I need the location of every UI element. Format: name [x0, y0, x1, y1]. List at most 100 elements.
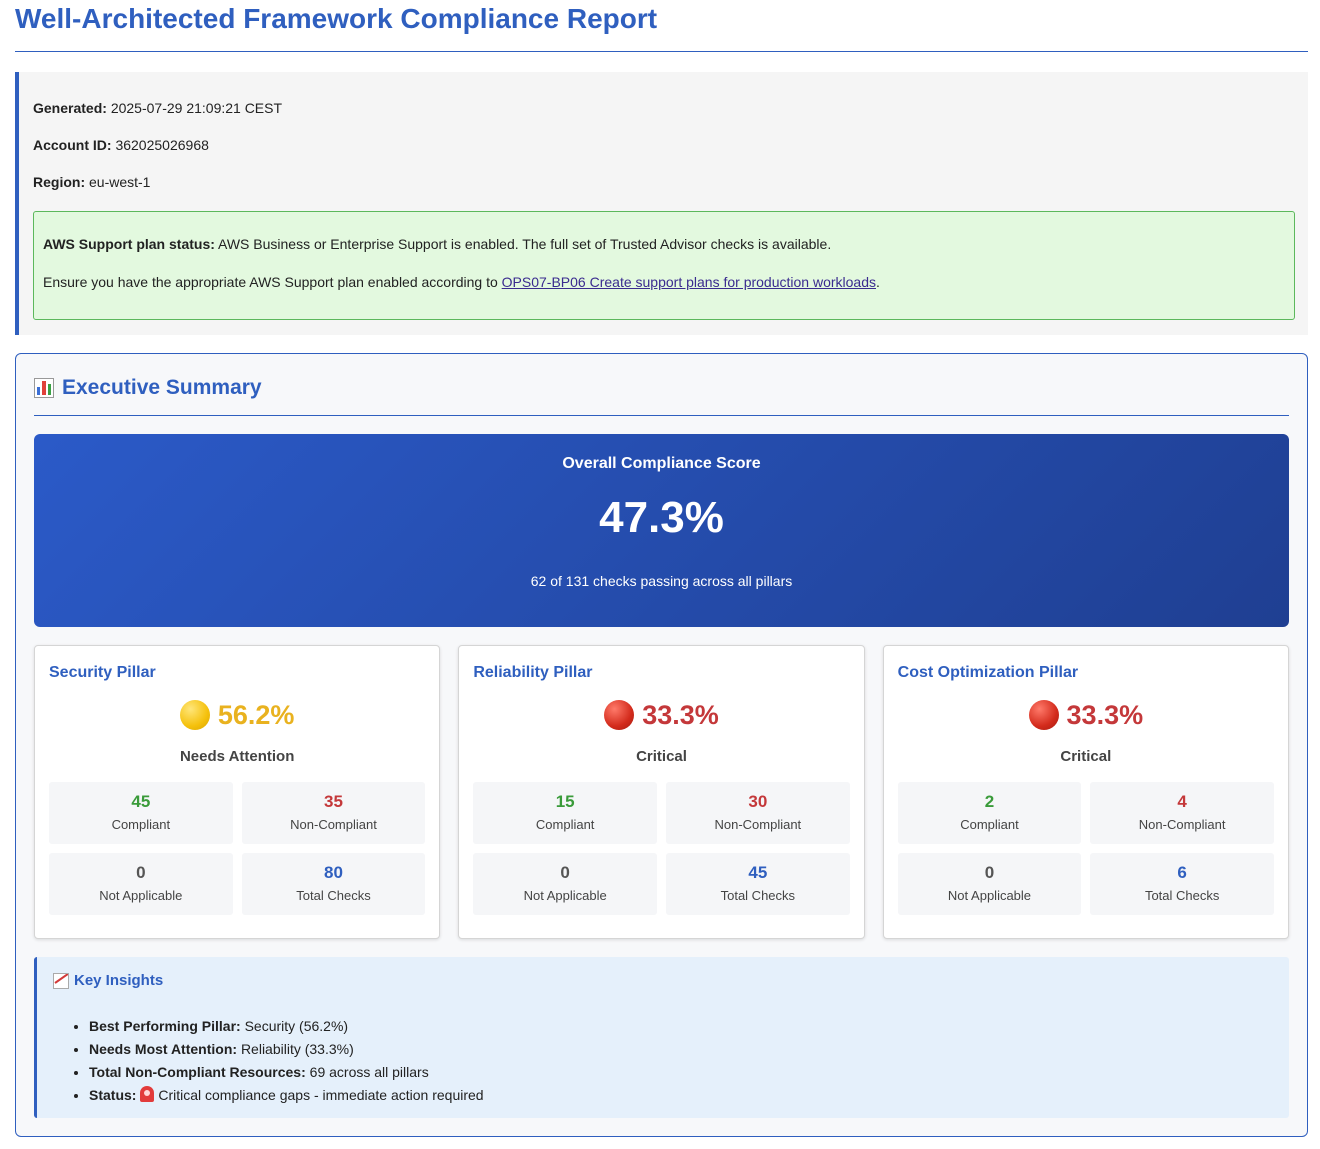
account-line: Account ID: 362025026968 [33, 137, 1295, 153]
account-value: 362025026968 [115, 137, 209, 153]
pillar-status: Critical [636, 748, 687, 765]
executive-summary-title: Executive Summary [62, 375, 262, 399]
list-item: Status: Critical compliance gaps - immed… [89, 1084, 1273, 1107]
stat-value: 0 [560, 863, 570, 882]
red-circle-icon [1028, 700, 1059, 730]
stat-value: 4 [1177, 792, 1187, 811]
stat-value: 35 [324, 792, 343, 811]
pillar-cards: Security Pillar 56.2% Needs Attention 45… [34, 645, 1289, 939]
stat-value: 45 [748, 863, 768, 882]
report-page: Well-Architected Framework Compliance Re… [0, 0, 1320, 1137]
region-value: eu-west-1 [89, 174, 151, 190]
stat-label: Non-Compliant [714, 817, 802, 832]
key-insights-title: Key Insights [74, 972, 164, 989]
executive-summary-heading: Executive Summary [34, 370, 1289, 416]
account-label: Account ID: [33, 137, 112, 153]
stat-not-applicable: 0 Not Applicable [49, 853, 233, 915]
stat-label: Compliant [111, 817, 171, 832]
stat-value: 30 [748, 792, 768, 811]
stat-label: Compliant [960, 817, 1019, 832]
stat-value: 0 [984, 863, 995, 882]
support-plan-link[interactable]: OPS07-BP06 Create support plans for prod… [502, 274, 876, 290]
trend-chart-icon [53, 972, 69, 989]
overall-score-subtitle: 62 of 131 checks passing across all pill… [530, 573, 793, 589]
page-title: Well-Architected Framework Compliance Re… [15, 0, 1308, 52]
support-ensure-text: Ensure you have the appropriate AWS Supp… [43, 274, 498, 290]
pillar-name: Security Pillar [49, 664, 156, 681]
pillar-status: Needs Attention [179, 748, 295, 765]
region-label: Region: [33, 174, 86, 190]
stat-not-applicable: 0 Not Applicable [897, 853, 1082, 915]
stat-label: Not Applicable [523, 888, 607, 903]
red-circle-icon [604, 700, 635, 730]
support-plan-notice: AWS Support plan status: AWS Business or… [33, 211, 1295, 320]
stat-label: Non-Compliant [1138, 817, 1226, 832]
stat-value: 2 [984, 792, 995, 811]
pillar-score: 33.3% [898, 699, 1274, 731]
support-status-label: AWS Support plan status: [43, 236, 215, 252]
list-item: Best Performing Pillar: Security (56.2%) [89, 1015, 1273, 1038]
pillar-score: 33.3% [473, 699, 849, 731]
stat-label: Compliant [535, 817, 595, 832]
stat-total-checks: 45 Total Checks [665, 853, 850, 915]
overall-score-label: Overall Compliance Score [562, 455, 761, 472]
pillar-score-value: 33.3% [642, 699, 719, 730]
stat-compliant: 15 Compliant [473, 782, 657, 844]
key-insights-panel: Key Insights Best Performing Pillar: Sec… [34, 957, 1289, 1118]
support-trailing: . [876, 274, 880, 290]
pillar-stats: 15 Compliant 30 Non-Compliant 0 Not Appl… [473, 782, 850, 915]
pillar-card-security: Security Pillar 56.2% Needs Attention 45… [34, 645, 441, 939]
list-item: Total Non-Compliant Resources: 69 across… [89, 1061, 1273, 1084]
stat-value: 45 [131, 792, 151, 811]
siren-icon [140, 1086, 155, 1102]
insight-list: Best Performing Pillar: Security (56.2%)… [53, 1015, 1273, 1107]
stat-non-compliant: 35 Non-Compliant [241, 782, 426, 844]
pillar-name: Cost Optimization Pillar [897, 664, 1079, 681]
stat-label: Total Checks [296, 888, 371, 903]
generated-line: Generated: 2025-07-29 21:09:21 CEST [33, 100, 1295, 116]
region-line: Region: eu-west-1 [33, 174, 1295, 190]
yellow-circle-icon [179, 700, 210, 730]
bar-chart-icon [34, 377, 54, 398]
pillar-card-reliability: Reliability Pillar 33.3% Critical 15 Com… [458, 645, 865, 939]
stat-compliant: 2 Compliant [897, 782, 1082, 844]
stat-label: Total Checks [720, 888, 796, 903]
pillar-score-value: 56.2% [217, 699, 295, 730]
insight-label: Best Performing Pillar: [89, 1018, 241, 1034]
stat-value: 6 [1177, 863, 1187, 882]
support-status-line: AWS Support plan status: AWS Business or… [43, 236, 1285, 252]
generated-value: 2025-07-29 21:09:21 CEST [110, 100, 283, 116]
stat-compliant: 45 Compliant [49, 782, 233, 844]
insight-label: Status: [89, 1087, 137, 1103]
support-status-text: AWS Business or Enterprise Support is en… [218, 236, 832, 252]
generated-label: Generated: [33, 100, 107, 116]
stat-label: Total Checks [1144, 888, 1220, 903]
overall-score-value: 47.3% [599, 493, 724, 542]
insight-text: Critical compliance gaps - immediate act… [158, 1087, 484, 1103]
stat-label: Non-Compliant [290, 817, 377, 832]
insight-text: Reliability (33.3%) [240, 1041, 354, 1057]
stat-non-compliant: 30 Non-Compliant [665, 782, 850, 844]
stat-value: 80 [324, 863, 343, 882]
pillar-card-cost-optimization: Cost Optimization Pillar 33.3% Critical … [882, 645, 1289, 939]
support-ensure-line: Ensure you have the appropriate AWS Supp… [43, 274, 1285, 290]
insight-text: 69 across all pillars [309, 1064, 429, 1080]
insight-label: Total Non-Compliant Resources: [89, 1064, 306, 1080]
stat-not-applicable: 0 Not Applicable [473, 853, 657, 915]
stat-total-checks: 80 Total Checks [241, 853, 426, 915]
pillar-stats: 2 Compliant 4 Non-Compliant 0 Not Applic… [897, 782, 1274, 915]
stat-non-compliant: 4 Non-Compliant [1090, 782, 1274, 844]
stat-value: 15 [555, 792, 575, 811]
key-insights-heading: Key Insights [53, 972, 1273, 989]
stat-value: 0 [136, 863, 146, 882]
pillar-score-value: 33.3% [1066, 699, 1144, 730]
pillar-stats: 45 Compliant 35 Non-Compliant 0 Not Appl… [49, 782, 426, 915]
executive-summary-card: Executive Summary Overall Compliance Sco… [15, 353, 1308, 1137]
list-item: Needs Most Attention: Reliability (33.3%… [89, 1038, 1273, 1061]
report-info-panel: Generated: 2025-07-29 21:09:21 CEST Acco… [15, 72, 1308, 335]
pillar-status: Critical [1060, 748, 1112, 765]
stat-label: Not Applicable [99, 888, 183, 903]
pillar-name: Reliability Pillar [473, 664, 593, 681]
pillar-score: 56.2% [49, 699, 425, 731]
stat-total-checks: 6 Total Checks [1090, 853, 1274, 915]
